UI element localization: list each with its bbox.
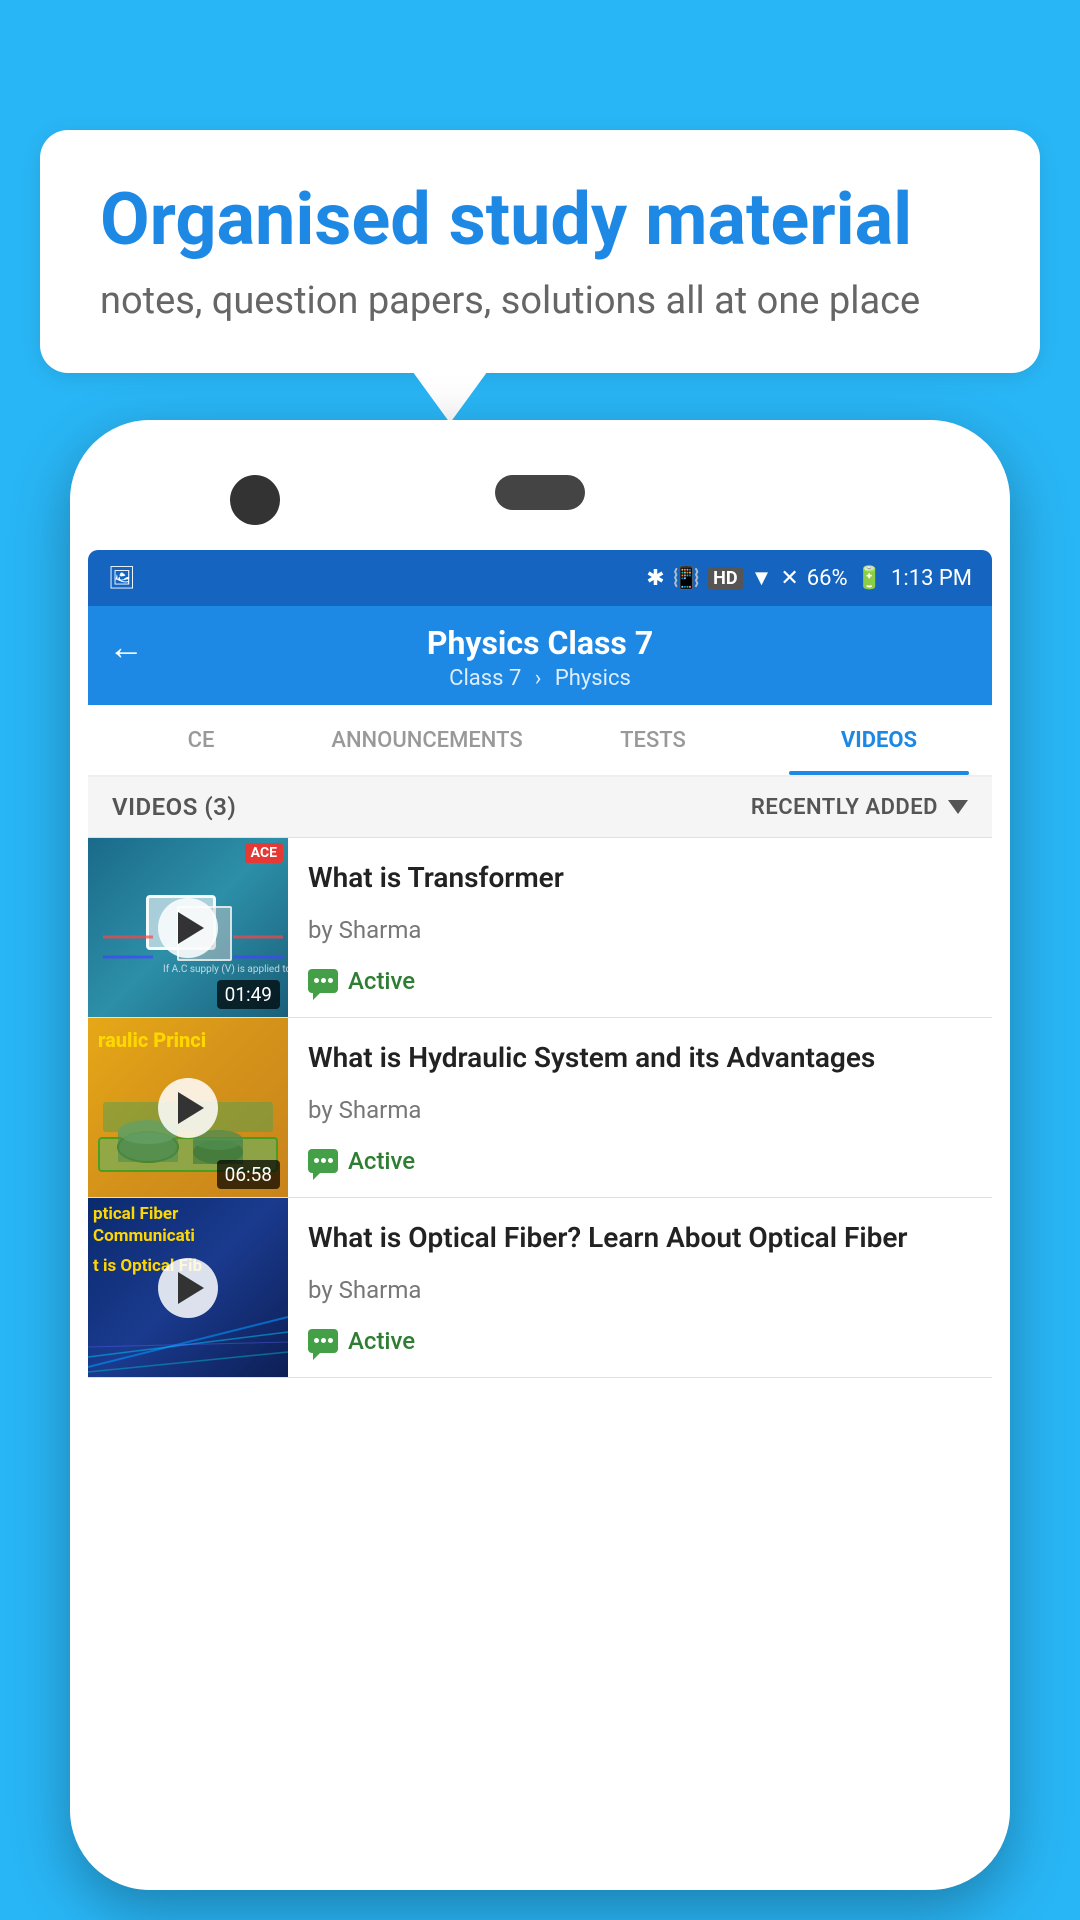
video-status-2: Active	[308, 1147, 972, 1175]
play-icon-2	[178, 1092, 204, 1124]
video-title-3: What is Optical Fiber? Learn About Optic…	[308, 1220, 972, 1256]
chat-icon-1	[308, 969, 338, 993]
phone-inner: 🖼 ✱ 📳 HD ▼ ✕ 66% 🔋 1:13 PM ← Physics Cla…	[70, 420, 1010, 1890]
thumbnail-3: ptical Fiber Communicati t is Optical Fi…	[88, 1198, 288, 1377]
video-item-2[interactable]: raulic Princi 06:58	[88, 1018, 992, 1198]
status-bar-right: ✱ 📳 HD ▼ ✕ 66% 🔋 1:13 PM	[646, 565, 972, 591]
app-icon: 🖼	[108, 566, 136, 591]
video-author-3: by Sharma	[308, 1276, 972, 1304]
video-title-2: What is Hydraulic System and its Advanta…	[308, 1040, 972, 1076]
battery-icon: 🔋	[856, 566, 883, 591]
header-breadcrumb: Class 7 › Physics	[449, 666, 631, 691]
tab-ce[interactable]: CE	[88, 705, 314, 775]
status-bar: 🖼 ✱ 📳 HD ▼ ✕ 66% 🔋 1:13 PM	[88, 550, 992, 606]
tabs-bar: CE ANNOUNCEMENTS TESTS VIDEOS	[88, 705, 992, 777]
speech-bubble-subtitle: notes, question papers, solutions all at…	[100, 279, 980, 323]
sort-label: RECENTLY ADDED	[751, 795, 938, 820]
videos-count: VIDEOS (3)	[112, 793, 236, 821]
video-info-3: What is Optical Fiber? Learn About Optic…	[288, 1198, 992, 1377]
play-icon-1	[178, 912, 204, 944]
phone-camera	[230, 475, 280, 525]
breadcrumb-separator: ›	[535, 666, 542, 691]
video-item-1[interactable]: ACE If A.C supply (V) is applied to the …	[88, 838, 992, 1018]
video-duration-2: 06:58	[217, 1160, 280, 1189]
list-header: VIDEOS (3) RECENTLY ADDED	[88, 777, 992, 838]
breadcrumb-class: Class 7	[449, 666, 521, 691]
thumbnail-label: ACE	[245, 843, 283, 863]
header-title: Physics Class 7	[427, 624, 653, 662]
active-label-3: Active	[348, 1327, 415, 1355]
chevron-down-icon	[948, 800, 968, 814]
video-author-2: by Sharma	[308, 1096, 972, 1124]
video-author-1: by Sharma	[308, 916, 972, 944]
app-header: ← Physics Class 7 Class 7 › Physics	[88, 606, 992, 705]
thumbnail-2: raulic Princi 06:58	[88, 1018, 288, 1197]
chat-icon-3	[308, 1329, 338, 1353]
bluetooth-icon: ✱	[646, 566, 664, 591]
thumbnail-1: ACE If A.C supply (V) is applied to the …	[88, 838, 288, 1017]
battery-percent: 66%	[807, 566, 848, 591]
chat-icon-2	[308, 1149, 338, 1173]
video-info-2: What is Hydraulic System and its Advanta…	[288, 1018, 992, 1197]
speech-bubble: Organised study material notes, question…	[40, 130, 1040, 373]
back-button[interactable]: ←	[108, 626, 144, 668]
sort-button[interactable]: RECENTLY ADDED	[751, 795, 968, 820]
signal-icon: 📳	[673, 566, 700, 591]
hd-badge: HD	[708, 567, 742, 590]
speech-bubble-title: Organised study material	[100, 180, 980, 259]
video-status-3: Active	[308, 1327, 972, 1355]
breadcrumb-subject: Physics	[555, 666, 631, 691]
svg-text:If A.C supply (V) is applied t: If A.C supply (V) is applied to the prim…	[163, 963, 288, 975]
tab-videos[interactable]: VIDEOS	[766, 705, 992, 775]
tab-announcements[interactable]: ANNOUNCEMENTS	[314, 705, 540, 775]
active-label-2: Active	[348, 1147, 415, 1175]
data-icon: ✕	[780, 566, 798, 591]
video-duration-1: 01:49	[217, 980, 280, 1009]
play-icon-3	[178, 1272, 204, 1304]
tab-tests[interactable]: TESTS	[540, 705, 766, 775]
video-info-1: What is Transformer by Sharma Active	[288, 838, 992, 1017]
video-item-3[interactable]: ptical Fiber Communicati t is Optical Fi…	[88, 1198, 992, 1378]
phone-home-button	[495, 475, 585, 510]
phone-frame: 🖼 ✱ 📳 HD ▼ ✕ 66% 🔋 1:13 PM ← Physics Cla…	[70, 420, 1010, 1890]
play-button-2[interactable]	[158, 1078, 218, 1138]
play-button-1[interactable]	[158, 898, 218, 958]
phone-screen: 🖼 ✱ 📳 HD ▼ ✕ 66% 🔋 1:13 PM ← Physics Cla…	[88, 550, 992, 1872]
clock: 1:13 PM	[891, 566, 972, 591]
play-button-3[interactable]	[158, 1258, 218, 1318]
active-label-1: Active	[348, 967, 415, 995]
fiber-text1: ptical Fiber Communicati	[93, 1203, 283, 1247]
thumbnail-text-2: raulic Princi	[98, 1028, 278, 1052]
video-title-1: What is Transformer	[308, 860, 972, 896]
status-bar-left: 🖼	[108, 566, 136, 591]
wifi-icon: ▼	[751, 565, 773, 591]
video-status-1: Active	[308, 967, 972, 995]
